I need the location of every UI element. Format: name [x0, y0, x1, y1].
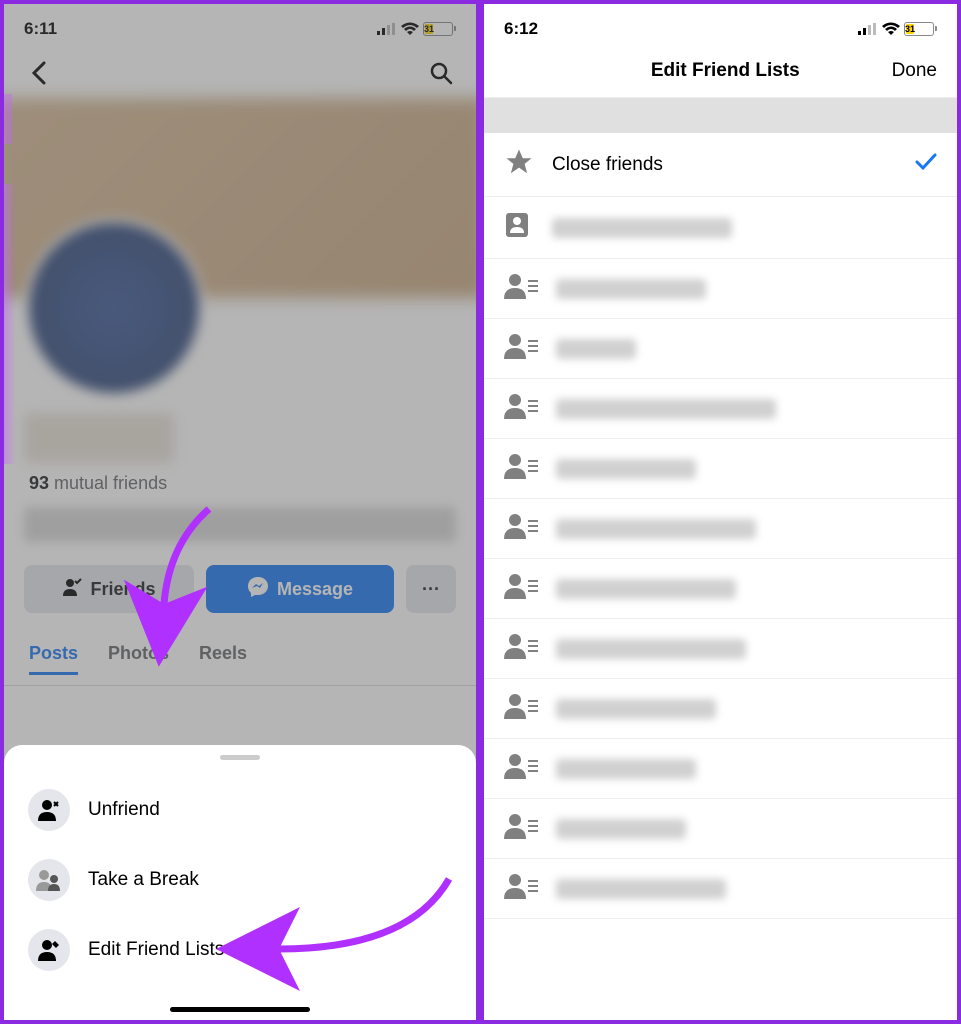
unfriend-label: Unfriend: [88, 799, 160, 821]
edit-lists-option[interactable]: Edit Friend Lists: [4, 915, 476, 985]
person-list-icon: [504, 453, 538, 484]
status-bar: 6:11 31: [4, 4, 476, 48]
star-icon: [504, 147, 534, 182]
profile-tabs: Posts Photos Reels: [4, 628, 476, 686]
list-label-blurred: [556, 399, 776, 419]
take-break-option[interactable]: Take a Break: [4, 845, 476, 915]
bio-blurred: [24, 507, 456, 542]
section-separator: [484, 98, 957, 133]
list-label-blurred: [556, 819, 686, 839]
status-right: 31: [377, 22, 456, 36]
clock: 6:12: [504, 19, 538, 39]
friends-label: Friends: [90, 579, 155, 600]
cell-signal-icon: [858, 23, 878, 35]
mutual-count: 93: [29, 473, 49, 493]
list-item[interactable]: [484, 739, 957, 799]
avatar-area: [4, 218, 476, 398]
list-label-blurred: [556, 699, 716, 719]
take-break-label: Take a Break: [88, 869, 199, 891]
list-label-blurred: [556, 339, 636, 359]
person-list-icon: [504, 633, 538, 664]
home-indicator[interactable]: [170, 1007, 310, 1012]
person-list-icon: [504, 753, 538, 784]
list-item[interactable]: [484, 619, 957, 679]
message-button[interactable]: Message: [206, 565, 394, 613]
person-list-icon: [504, 393, 538, 424]
list-label-blurred: [556, 279, 706, 299]
tab-photos[interactable]: Photos: [108, 643, 169, 675]
list-item[interactable]: [484, 319, 957, 379]
close-friends-label: Close friends: [552, 154, 897, 176]
person-list-icon: [504, 513, 538, 544]
battery-indicator: 31: [904, 22, 937, 36]
list-item[interactable]: [484, 799, 957, 859]
list-item[interactable]: [484, 559, 957, 619]
more-button[interactable]: ···: [406, 565, 456, 613]
battery-indicator: 31: [423, 22, 456, 36]
check-icon: [915, 153, 937, 176]
tab-posts[interactable]: Posts: [29, 643, 78, 675]
person-list-icon: [504, 333, 538, 364]
nav-bar: Edit Friend Lists Done: [484, 48, 957, 98]
nav-title: Edit Friend Lists: [651, 60, 800, 82]
list-item[interactable]: [484, 679, 957, 739]
list-item[interactable]: [484, 859, 957, 919]
status-right: 31: [858, 22, 937, 36]
profile-avatar[interactable]: [24, 218, 204, 398]
list-label-blurred: [552, 218, 732, 238]
person-list-icon: [504, 693, 538, 724]
wifi-icon: [882, 22, 900, 35]
list-item[interactable]: [484, 197, 957, 259]
profile-name-blurred: [24, 413, 174, 463]
back-button[interactable]: [24, 58, 54, 88]
tab-reels[interactable]: Reels: [199, 643, 247, 675]
mutual-label: mutual friends: [49, 473, 167, 493]
list-label-blurred: [556, 579, 736, 599]
person-list-icon: [504, 573, 538, 604]
friends-button[interactable]: Friends: [24, 565, 194, 613]
profile-screen: 6:11 31 93 mutual friends: [0, 0, 480, 1024]
action-buttons: Friends Message ···: [4, 550, 476, 628]
wifi-icon: [401, 22, 419, 35]
person-list-icon: [504, 273, 538, 304]
list-item[interactable]: [484, 499, 957, 559]
person-list-icon: [504, 813, 538, 844]
unfriend-option[interactable]: Unfriend: [4, 775, 476, 845]
list-item[interactable]: [484, 379, 957, 439]
list-item[interactable]: [484, 259, 957, 319]
edit-lists-screen: 6:12 31 Edit Friend Lists Done Close fri…: [480, 0, 961, 1024]
list-item[interactable]: [484, 439, 957, 499]
dots-icon: ···: [422, 579, 440, 600]
unfriend-icon: [28, 789, 70, 831]
take-break-icon: [28, 859, 70, 901]
messenger-icon: [247, 576, 269, 603]
message-label: Message: [277, 579, 353, 600]
edit-lists-icon: [28, 929, 70, 971]
status-bar: 6:12 31: [484, 4, 957, 48]
done-button[interactable]: Done: [892, 60, 937, 82]
list-label-blurred: [556, 639, 746, 659]
cell-signal-icon: [377, 23, 397, 35]
list-label-blurred: [556, 879, 726, 899]
person-list-icon: [504, 873, 538, 904]
clock: 6:11: [24, 19, 57, 39]
list-label-blurred: [556, 459, 696, 479]
edit-lists-label: Edit Friend Lists: [88, 939, 224, 961]
mutual-friends[interactable]: 93 mutual friends: [4, 468, 476, 499]
list-close-friends[interactable]: Close friends: [484, 133, 957, 197]
list-label-blurred: [556, 759, 696, 779]
person-list-icon: [504, 211, 534, 244]
sheet-handle[interactable]: [220, 755, 260, 760]
profile-header: [4, 48, 476, 98]
list-label-blurred: [556, 519, 756, 539]
friend-check-icon: [62, 578, 82, 601]
search-button[interactable]: [426, 58, 456, 88]
friends-action-sheet: Unfriend Take a Break Edit Friend Lists: [4, 745, 476, 1020]
